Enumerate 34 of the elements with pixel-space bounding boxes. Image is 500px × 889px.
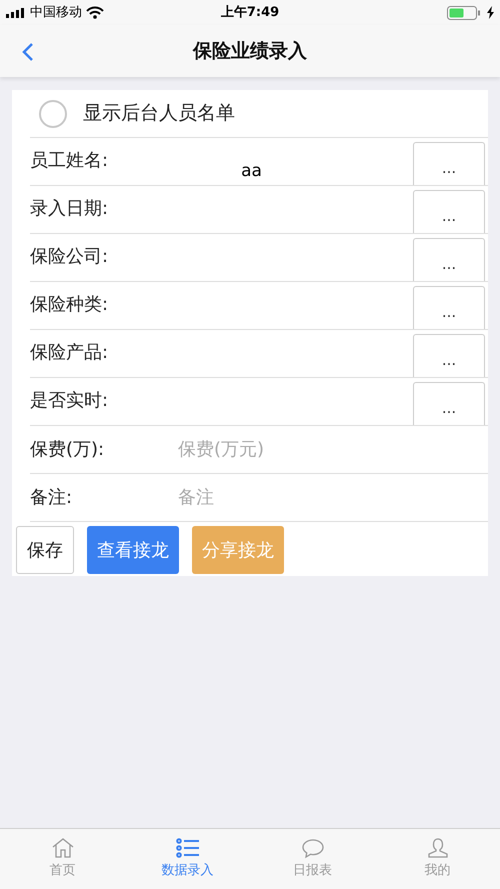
clock-time: 上午7:49 (220, 4, 280, 22)
charging-icon (487, 6, 494, 19)
picker-button[interactable]: ... (413, 334, 485, 377)
action-button[interactable]: 查看接龙 (87, 526, 179, 574)
field-value: aa (241, 160, 262, 182)
field-label: 备注: (30, 486, 74, 510)
input-field[interactable]: 保费(万元) (178, 426, 488, 473)
field-label: 员工姓名: (30, 149, 110, 173)
picker-button[interactable]: ... (413, 238, 485, 281)
page-title: 保险业绩录入 (193, 38, 307, 64)
toggle-label: 显示后台人员名单 (83, 101, 235, 126)
picker-button[interactable]: ... (413, 286, 485, 329)
picker-button[interactable]: ... (413, 142, 485, 185)
field-label: 录入日期: (30, 197, 110, 221)
picker-button[interactable]: ... (413, 382, 485, 425)
field-label: 保险公司: (30, 245, 110, 269)
back-icon (22, 42, 34, 62)
home-icon (50, 837, 74, 860)
signal-icon (6, 8, 26, 18)
tab-bar-item[interactable]: 数据录入 (125, 829, 250, 889)
input-field[interactable]: 备注 (178, 474, 488, 521)
field-label: 保险产品: (30, 341, 110, 365)
radio-button[interactable] (39, 100, 67, 128)
field-label: 是否实时: (30, 389, 110, 413)
chat-bubble-icon (300, 837, 324, 860)
battery-icon (447, 6, 483, 20)
carrier-name: 中国移动 (30, 4, 82, 22)
user-icon (426, 837, 450, 860)
field-label: 保险种类: (30, 293, 110, 317)
field-label: 保费(万): (30, 438, 106, 462)
list-icon (176, 837, 200, 860)
picker-button[interactable]: ... (413, 190, 485, 233)
action-button[interactable]: 保存 (16, 526, 74, 574)
wifi-icon (86, 6, 104, 19)
